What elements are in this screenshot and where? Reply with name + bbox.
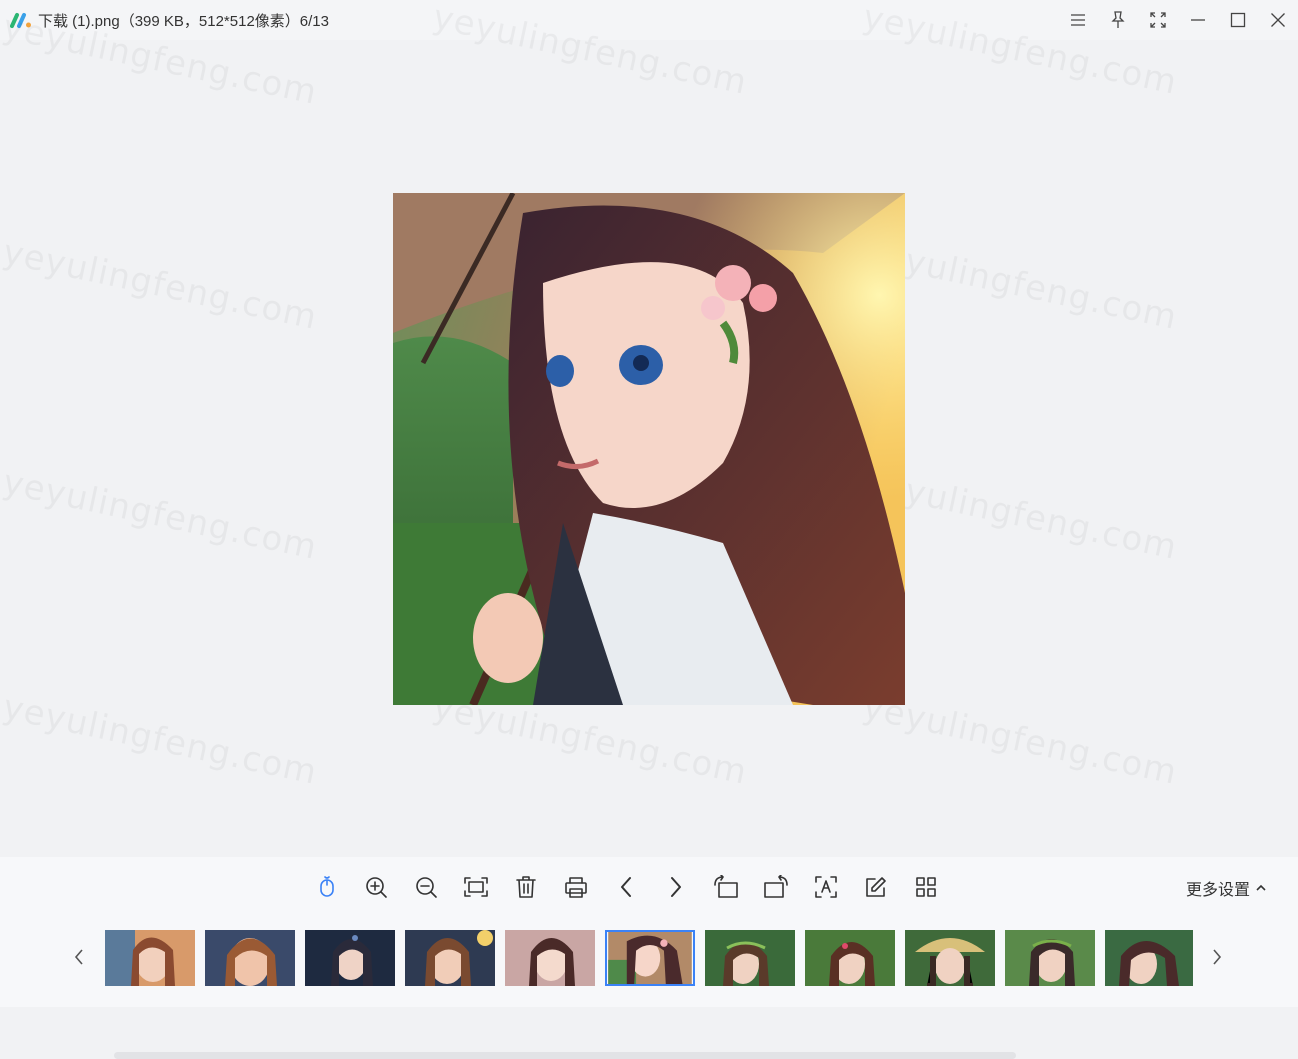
chevron-up-icon	[1256, 884, 1266, 891]
bottom-panel: 更多设置	[0, 857, 1298, 1059]
pin-icon[interactable]	[1098, 0, 1138, 40]
menu-icon[interactable]	[1058, 0, 1098, 40]
thumbnail[interactable]	[805, 930, 895, 986]
watermark: yeyulingfeng.com	[859, 687, 1181, 793]
thumbnail[interactable]	[705, 930, 795, 986]
thumbnail-active[interactable]	[605, 930, 695, 986]
watermark: yeyulingfeng.com	[0, 462, 321, 568]
close-icon[interactable]	[1258, 0, 1298, 40]
zoom-in-icon[interactable]	[361, 872, 391, 902]
thumbnail[interactable]	[205, 930, 295, 986]
main-image[interactable]	[393, 193, 905, 705]
edit-icon[interactable]	[861, 872, 891, 902]
title-bar: 下载 (1).png（399 KB，512*512像素）6/13	[0, 0, 1298, 40]
fullscreen-icon[interactable]	[1138, 0, 1178, 40]
more-settings-label: 更多设置	[1185, 882, 1250, 899]
toolbar: 更多设置	[0, 857, 1298, 917]
thumbnail[interactable]	[1105, 930, 1193, 986]
thumbnail[interactable]	[405, 930, 495, 986]
zoom-out-icon[interactable]	[411, 872, 441, 902]
mouse-mode-icon[interactable]	[312, 872, 342, 902]
thumbnail[interactable]	[905, 930, 995, 986]
thumb-next-icon[interactable]	[1207, 945, 1227, 969]
watermark: yeyulingfeng.com	[0, 687, 321, 793]
maximize-icon[interactable]	[1218, 0, 1258, 40]
watermark: yeyulingfeng.com	[859, 232, 1181, 338]
more-settings-button[interactable]: 更多设置	[1186, 876, 1266, 900]
image-viewer-canvas[interactable]: yeyulingfeng.com yeyulingfeng.com yeyuli…	[0, 0, 1298, 857]
print-icon[interactable]	[561, 872, 591, 902]
thumbnail-strip	[0, 917, 1298, 1059]
rotate-right-icon[interactable]	[761, 872, 791, 902]
rotate-left-icon[interactable]	[711, 872, 741, 902]
fit-screen-icon[interactable]	[461, 872, 491, 902]
prev-icon[interactable]	[611, 872, 641, 902]
thumbnail-scrollbar[interactable]	[114, 1052, 1016, 1059]
thumb-prev-icon[interactable]	[69, 945, 89, 969]
minimize-icon[interactable]	[1178, 0, 1218, 40]
grid-view-icon[interactable]	[911, 872, 941, 902]
watermark: yeyulingfeng.com	[859, 462, 1181, 568]
thumbnail[interactable]	[105, 930, 195, 986]
delete-icon[interactable]	[511, 872, 541, 902]
watermark: yeyulingfeng.com	[0, 232, 321, 338]
thumbnail[interactable]	[305, 930, 395, 986]
next-icon[interactable]	[661, 872, 691, 902]
thumbnail[interactable]	[1005, 930, 1095, 986]
ocr-icon[interactable]	[811, 872, 841, 902]
thumbnail[interactable]	[505, 930, 595, 986]
